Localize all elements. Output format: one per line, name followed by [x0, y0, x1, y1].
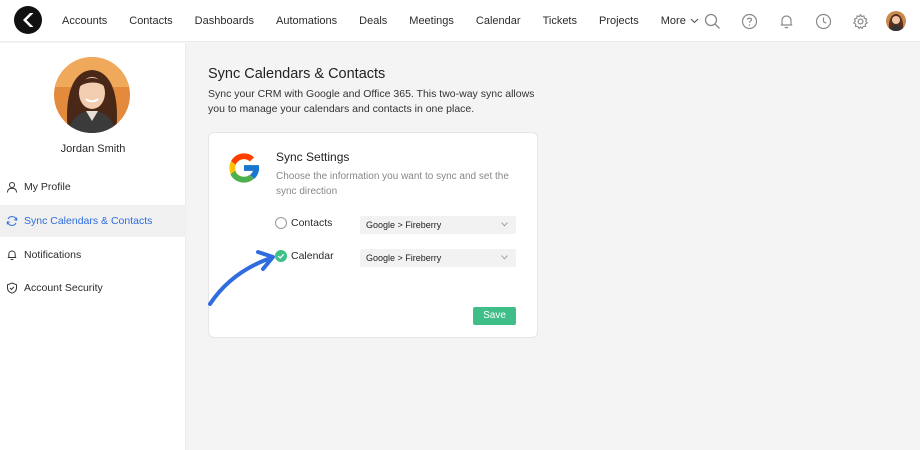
bell-icon: [6, 249, 18, 261]
nav-calendar[interactable]: Calendar: [476, 15, 521, 27]
calendar-direction-value: Google > Fireberry: [366, 253, 442, 263]
sidebar-item-label: Sync Calendars & Contacts: [24, 215, 153, 227]
nav-automations[interactable]: Automations: [276, 15, 337, 27]
sync-row-contacts: Contacts Google > Fireberry: [275, 216, 519, 234]
user-avatar[interactable]: [886, 11, 906, 31]
nav-more-label: More: [660, 15, 686, 27]
google-logo-icon: [225, 149, 263, 187]
profile-photo: [54, 57, 130, 133]
clock-icon[interactable]: [812, 10, 834, 32]
chevron-down-icon: [501, 222, 508, 227]
sync-icon: [6, 215, 18, 227]
toolbar-icons: [686, 0, 906, 42]
contacts-direction-value: Google > Fireberry: [366, 220, 442, 230]
card-description: Choose the information you want to sync …: [276, 171, 509, 197]
calendar-radio[interactable]: [275, 250, 287, 262]
nav-contacts[interactable]: Contacts: [129, 15, 172, 27]
page-title: Sync Calendars & Contacts: [208, 66, 386, 82]
calendar-direction-select[interactable]: Google > Fireberry: [360, 249, 516, 267]
sidebar-item-my-profile[interactable]: My Profile: [0, 171, 186, 203]
nav-meetings[interactable]: Meetings: [409, 15, 454, 27]
shield-icon: [6, 282, 18, 294]
settings-sidebar: Jordan Smith My Profile Sync Calendars &…: [0, 43, 186, 450]
sidebar-item-label: Notifications: [24, 249, 82, 261]
sidebar-item-sync-calendars-contacts[interactable]: Sync Calendars & Contacts: [0, 205, 186, 237]
chevron-down-icon: [501, 255, 508, 260]
contacts-direction-select[interactable]: Google > Fireberry: [360, 216, 516, 234]
gear-icon[interactable]: [849, 10, 871, 32]
sidebar-item-account-security[interactable]: Account Security: [0, 272, 186, 304]
bell-icon[interactable]: [775, 10, 797, 32]
sidebar-item-label: Account Security: [24, 282, 103, 294]
user-icon: [6, 181, 18, 193]
main-nav: Accounts Contacts Dashboards Automations…: [62, 0, 721, 42]
sync-settings-card: Sync Settings Choose the information you…: [208, 132, 538, 338]
nav-deals[interactable]: Deals: [359, 15, 387, 27]
contacts-radio[interactable]: [275, 217, 287, 229]
app-logo-icon[interactable]: [14, 6, 42, 34]
profile-name: Jordan Smith: [60, 143, 126, 155]
nav-dashboards[interactable]: Dashboards: [195, 15, 254, 27]
search-icon[interactable]: [701, 10, 723, 32]
sidebar-item-label: My Profile: [24, 181, 71, 193]
checkmark-icon: [277, 253, 285, 259]
contacts-label: Contacts: [291, 217, 333, 229]
sync-row-calendar: Calendar Google > Fireberry: [275, 249, 519, 267]
help-icon[interactable]: [738, 10, 760, 32]
card-title: Sync Settings: [276, 150, 350, 164]
page-description: Sync your CRM with Google and Office 365…: [208, 88, 535, 115]
nav-accounts[interactable]: Accounts: [62, 15, 107, 27]
nav-tickets[interactable]: Tickets: [543, 15, 577, 27]
nav-projects[interactable]: Projects: [599, 15, 639, 27]
top-navigation-bar: Accounts Contacts Dashboards Automations…: [0, 0, 920, 42]
save-button[interactable]: Save: [473, 307, 516, 325]
calendar-label: Calendar: [291, 250, 334, 262]
sidebar-item-notifications[interactable]: Notifications: [0, 239, 186, 271]
